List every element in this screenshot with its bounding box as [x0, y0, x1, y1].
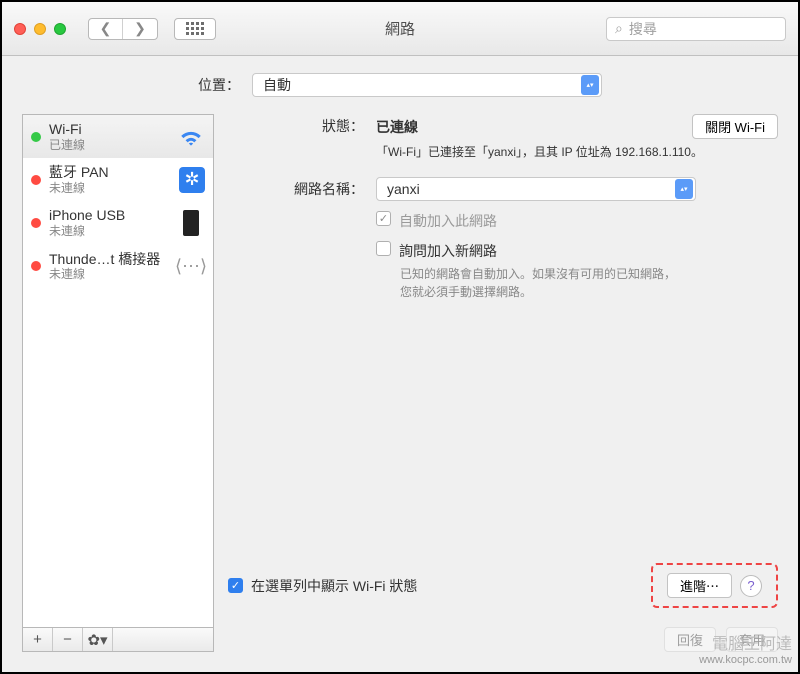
back-button[interactable]: ❮	[89, 19, 123, 39]
show-menu-checkbox[interactable]: ✓	[228, 578, 243, 593]
location-label: 位置：	[198, 75, 240, 95]
advanced-button[interactable]: 進階⋯	[667, 573, 732, 598]
window-title: 網路	[385, 18, 415, 39]
interface-status: 未連線	[49, 224, 169, 238]
minimize-icon[interactable]	[34, 23, 46, 35]
chevron-updown-icon: ▴▾	[581, 75, 599, 95]
network-name-label: 網路名稱：	[228, 177, 364, 199]
search-icon: ⌕	[615, 20, 623, 37]
bluetooth-icon: ✲	[179, 167, 205, 193]
interface-name: 藍牙 PAN	[49, 164, 171, 181]
interface-name: iPhone USB	[49, 207, 169, 224]
show-all-button[interactable]	[174, 18, 216, 40]
interface-list: Wi-Fi已連線藍牙 PAN未連線✲iPhone USB未連線Thunde…t …	[22, 114, 214, 628]
interface-item[interactable]: Thunde…t 橋接器未連線 ⟨⋯⟩	[23, 245, 213, 288]
phone-icon	[177, 209, 205, 237]
interface-status: 未連線	[49, 181, 171, 195]
location-select[interactable]: 自動 ▴▾	[252, 73, 602, 97]
ask-join-checkbox[interactable]	[376, 241, 391, 256]
grid-icon	[186, 22, 204, 35]
nav-segment: ❮ ❯	[88, 18, 158, 40]
status-detail: 「Wi-Fi」已連接至「yanxi」，且其 IP 位址為 192.168.1.1…	[376, 143, 778, 161]
search-input[interactable]: ⌕ 搜尋	[606, 17, 786, 41]
advanced-highlight: 進階⋯ ?	[651, 563, 778, 608]
auto-join-label: 自動加入此網路	[399, 211, 497, 231]
ask-join-help: 已知的網路會自動加入。如果沒有可用的已知網路，您就必須手動選擇網路。	[400, 265, 680, 301]
interface-item[interactable]: Wi-Fi已連線	[23, 115, 213, 158]
network-name-select[interactable]: yanxi ▴▾	[376, 177, 696, 201]
forward-button[interactable]: ❯	[123, 19, 157, 39]
status-dot	[31, 175, 41, 185]
turn-off-wifi-button[interactable]: 關閉 Wi-Fi	[692, 114, 778, 139]
interface-name: Wi-Fi	[49, 121, 169, 138]
sidebar: Wi-Fi已連線藍牙 PAN未連線✲iPhone USB未連線Thunde…t …	[22, 114, 214, 652]
main-panel: 狀態： 已連線 關閉 Wi-Fi 「Wi-Fi」已連接至「yanxi」，且其 I…	[228, 114, 778, 652]
status-dot	[31, 132, 41, 142]
ask-join-label: 詢問加入新網路	[399, 241, 497, 261]
apply-button[interactable]: 套用	[726, 627, 778, 652]
revert-button[interactable]: 回復	[664, 627, 716, 652]
titlebar: ❮ ❯ 網路 ⌕ 搜尋	[2, 2, 798, 56]
show-menu-label: 在選單列中顯示 Wi-Fi 狀態	[251, 576, 417, 596]
wifi-icon	[177, 123, 205, 151]
interface-status: 未連線	[49, 267, 169, 281]
chevron-updown-icon: ▴▾	[675, 179, 693, 199]
interface-name: Thunde…t 橋接器	[49, 251, 169, 268]
fullscreen-icon[interactable]	[54, 23, 66, 35]
status-dot	[31, 261, 41, 271]
status-label: 狀態：	[228, 114, 364, 136]
auto-join-checkbox: ✓	[376, 211, 391, 226]
status-dot	[31, 218, 41, 228]
help-button[interactable]: ?	[740, 575, 762, 597]
interface-status: 已連線	[49, 138, 169, 152]
interface-item[interactable]: 藍牙 PAN未連線 ✲	[23, 158, 213, 201]
interface-actions-button[interactable]: ✿▾	[83, 628, 113, 651]
thunderbolt-icon: ⟨⋯⟩	[177, 252, 205, 280]
remove-interface-button[interactable]: −	[53, 628, 83, 651]
status-value: 已連線	[376, 117, 418, 137]
add-interface-button[interactable]: +	[23, 628, 53, 651]
interface-item[interactable]: iPhone USB未連線	[23, 201, 213, 244]
close-icon[interactable]	[14, 23, 26, 35]
